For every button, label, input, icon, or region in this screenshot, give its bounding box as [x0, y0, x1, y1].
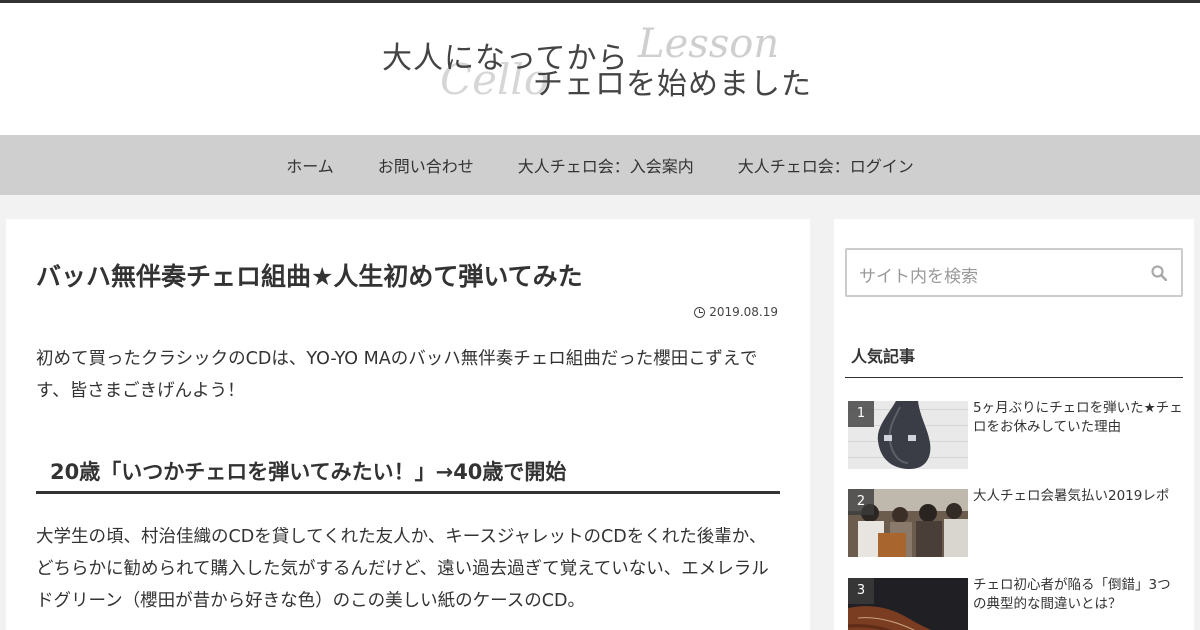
- article-card: バッハ無伴奏チェロ組曲★人生初めて弾いてみた 2019.08.19 初めて買った…: [6, 219, 810, 630]
- sidebar: サイト内を検索 人気記事 1 5ヶ月ぶりにチェロを弾いた★チェロをお休みしていた…: [834, 219, 1194, 630]
- search-box[interactable]: サイト内を検索: [845, 248, 1183, 297]
- logo-text-line2: チェロを始めました: [533, 67, 812, 102]
- section-heading: 20歳「いつかチェロを弾いてみたい！」→40歳で開始: [36, 451, 780, 494]
- nav-item-contact[interactable]: お問い合わせ: [356, 153, 496, 177]
- post-thumbnail-party-photo[interactable]: 2: [848, 489, 968, 557]
- rank-badge: 1: [848, 401, 874, 427]
- popular-post-item[interactable]: 1 5ヶ月ぶりにチェロを弾いた★チェロをお休みしていた理由: [848, 399, 1184, 471]
- popular-post-title[interactable]: 5ヶ月ぶりにチェロを弾いた★チェロをお休みしていた理由: [973, 399, 1183, 437]
- rank-badge: 3: [848, 578, 874, 604]
- post-date: 2019.08.19: [694, 305, 778, 319]
- section-heading-text: 20歳「いつかチェロを弾いてみたい！」→40歳で開始: [50, 460, 567, 484]
- post-date-text: 2019.08.19: [709, 305, 778, 319]
- site-logo[interactable]: Lesson Cello 大人になってから チェロを始めました: [370, 21, 840, 115]
- article-body-paragraph: 大学生の頃、村治佳織のCDを貸してくれた友人か、キースジャレットのCDをくれた後…: [36, 527, 769, 611]
- nav-item-home[interactable]: ホーム: [264, 153, 356, 177]
- search-icon[interactable]: [1151, 265, 1167, 281]
- post-thumbnail-cello-case[interactable]: 1: [848, 401, 968, 469]
- popular-post-title[interactable]: 大人チェロ会暑気払い2019レポ: [973, 487, 1183, 506]
- nav-item-join-guide[interactable]: 大人チェロ会：入会案内: [496, 153, 716, 177]
- global-nav: ホーム お問い合わせ 大人チェロ会：入会案内 大人チェロ会：ログイン: [0, 135, 1200, 195]
- clock-icon: [694, 306, 706, 318]
- post-thumbnail-cello[interactable]: 3: [848, 578, 968, 630]
- site-header: Lesson Cello 大人になってから チェロを始めました: [0, 3, 1200, 135]
- popular-post-item[interactable]: 3 チェロ初心者が陥る「倒錯」3つの典型的な間違いとは？: [848, 576, 1184, 630]
- popular-posts-heading: 人気記事: [845, 341, 1183, 378]
- article-title: バッハ無伴奏チェロ組曲★人生初めて弾いてみた: [36, 262, 583, 291]
- nav-item-login[interactable]: 大人チェロ会：ログイン: [716, 153, 936, 177]
- article-intro-paragraph: 初めて買ったクラシックのCDは、YO-YO MAのバッハ無伴奏チェロ組曲だった櫻…: [36, 349, 758, 401]
- popular-post-item[interactable]: 2 大人チェロ会暑気払い2019レポ: [848, 487, 1184, 559]
- search-input[interactable]: サイト内を検索: [859, 262, 978, 287]
- popular-post-title[interactable]: チェロ初心者が陥る「倒錯」3つの典型的な間違いとは？: [973, 576, 1183, 614]
- popular-posts-heading-text: 人気記事: [851, 347, 916, 366]
- rank-badge: 2: [848, 489, 874, 515]
